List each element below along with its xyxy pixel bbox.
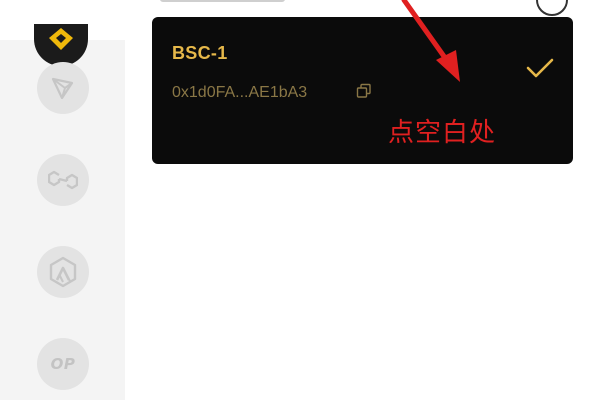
chain-item-optimism[interactable]: OP [37,338,89,390]
wallet-address: 0x1d0FA...AE1bA3 [172,84,308,101]
copy-icon[interactable] [356,83,372,99]
wallet-card[interactable]: BSC-1 0x1d0FA...AE1bA3 点空白处 [152,17,573,164]
tron-icon [51,77,74,100]
close-button[interactable] [536,0,568,16]
optimism-icon: OP [50,355,76,373]
chain-item-polygon[interactable] [37,154,89,206]
bnb-chain-icon [49,28,73,50]
header-title-fragment [160,0,285,2]
wallet-name: BSC-1 [172,43,228,63]
arbitrum-icon [49,256,77,288]
annotation-text: 点空白处 [388,118,497,148]
chain-item-bnb[interactable] [34,24,88,66]
polygon-icon [48,170,78,190]
check-icon [526,58,554,78]
chain-item-tron[interactable] [37,62,89,114]
chain-item-arbitrum[interactable] [37,246,89,298]
chain-sidebar: OP [0,24,125,400]
